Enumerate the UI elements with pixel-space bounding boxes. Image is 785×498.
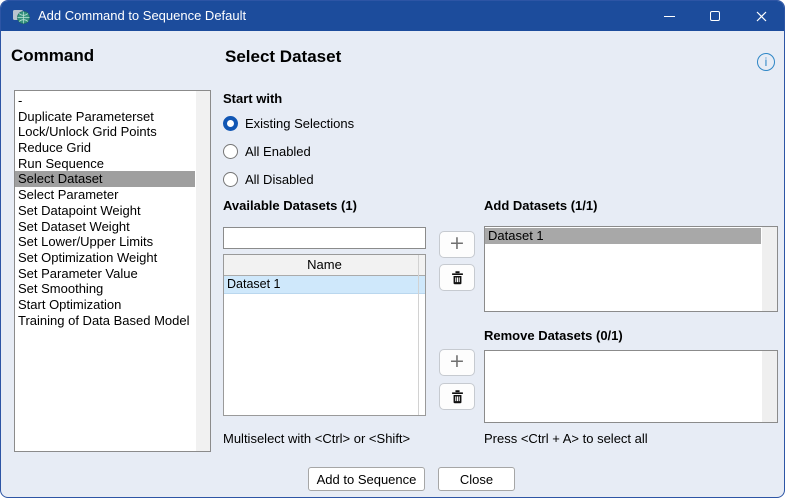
add-datasets-heading: Add Datasets (1/1) xyxy=(484,198,597,213)
info-icon[interactable]: i xyxy=(757,53,775,71)
dialog-window: Add Command to Sequence Default Command … xyxy=(0,0,785,498)
plus-icon: + xyxy=(449,352,465,371)
trash-icon xyxy=(450,389,465,405)
dataset-filter-input[interactable] xyxy=(223,227,426,249)
window-title: Add Command to Sequence Default xyxy=(38,1,246,31)
command-list-item[interactable]: - xyxy=(15,93,195,109)
radio-label: All Enabled xyxy=(245,144,311,159)
table-header-name[interactable]: Name xyxy=(224,255,425,276)
close-dialog-button[interactable]: Close xyxy=(438,467,515,491)
scrollbar-track[interactable] xyxy=(762,227,777,311)
add-datasets-list: Dataset 1 xyxy=(484,226,778,312)
command-list-item[interactable]: Select Parameter xyxy=(15,187,195,203)
command-list-item[interactable]: Reduce Grid xyxy=(15,140,195,156)
command-list-item[interactable]: Set Smoothing xyxy=(15,281,195,297)
radio-option[interactable]: All Enabled xyxy=(223,143,354,159)
command-list: -Duplicate ParametersetLock/Unlock Grid … xyxy=(14,90,211,452)
plus-icon: + xyxy=(449,234,465,253)
command-list-item[interactable]: Set Dataset Weight xyxy=(15,219,195,235)
window-controls xyxy=(646,1,784,31)
remove-datasets-plus-button[interactable]: + xyxy=(439,349,475,376)
command-list-item[interactable]: Set Datapoint Weight xyxy=(15,203,195,219)
remove-datasets-trash-button[interactable] xyxy=(439,383,475,410)
scrollbar-track[interactable] xyxy=(762,351,777,422)
start-with-group: Existing Selections All Enabled All Disabl… xyxy=(223,115,354,199)
add-datasets-item[interactable]: Dataset 1 xyxy=(485,228,761,244)
command-list-item[interactable]: Run Sequence xyxy=(15,156,195,172)
close-icon xyxy=(756,11,767,22)
remove-datasets-list xyxy=(484,350,778,423)
command-list-item[interactable]: Duplicate Parameterset xyxy=(15,109,195,125)
available-table-body: Dataset 1 xyxy=(224,276,425,294)
minimize-button[interactable] xyxy=(646,1,692,31)
command-list-item[interactable]: Select Dataset xyxy=(15,171,195,187)
add-datasets-plus-button[interactable]: + xyxy=(439,231,475,258)
multiselect-hint: Multiselect with <Ctrl> or <Shift> xyxy=(223,431,410,446)
minimize-icon xyxy=(664,16,675,17)
remove-datasets-heading: Remove Datasets (0/1) xyxy=(484,328,623,343)
maximize-icon xyxy=(710,11,720,21)
trash-icon xyxy=(450,270,465,286)
available-table-row[interactable]: Dataset 1 xyxy=(224,276,425,294)
command-list-item[interactable]: Start Optimization xyxy=(15,297,195,313)
start-with-label: Start with xyxy=(223,91,282,106)
add-datasets-trash-button[interactable] xyxy=(439,264,475,291)
command-list-item[interactable]: Set Parameter Value xyxy=(15,266,195,282)
radio-icon xyxy=(223,116,238,131)
detail-panel-heading: Select Dataset xyxy=(225,47,341,67)
command-list-item[interactable]: Set Lower/Upper Limits xyxy=(15,234,195,250)
scrollbar-track[interactable] xyxy=(196,91,210,451)
radio-icon xyxy=(223,144,238,159)
select-all-hint: Press <Ctrl + A> to select all xyxy=(484,431,648,446)
command-panel-heading: Command xyxy=(11,46,94,66)
available-datasets-heading: Available Datasets (1) xyxy=(223,198,357,213)
radio-option[interactable]: Existing Selections xyxy=(223,115,354,131)
radio-option[interactable]: All Disabled xyxy=(223,171,354,187)
app-icon xyxy=(12,7,30,25)
radio-label: All Disabled xyxy=(245,172,314,187)
maximize-button[interactable] xyxy=(692,1,738,31)
available-datasets-table: Name Dataset 1 xyxy=(223,254,426,416)
column-separator xyxy=(418,255,419,415)
command-list-item[interactable]: Training of Data Based Model xyxy=(15,313,195,329)
radio-label: Existing Selections xyxy=(245,116,354,131)
command-list-item[interactable]: Lock/Unlock Grid Points xyxy=(15,124,195,140)
command-list-item[interactable]: Set Optimization Weight xyxy=(15,250,195,266)
add-to-sequence-button[interactable]: Add to Sequence xyxy=(308,467,425,491)
title-bar: Add Command to Sequence Default xyxy=(1,1,784,31)
radio-icon xyxy=(223,172,238,187)
close-button[interactable] xyxy=(738,1,784,31)
